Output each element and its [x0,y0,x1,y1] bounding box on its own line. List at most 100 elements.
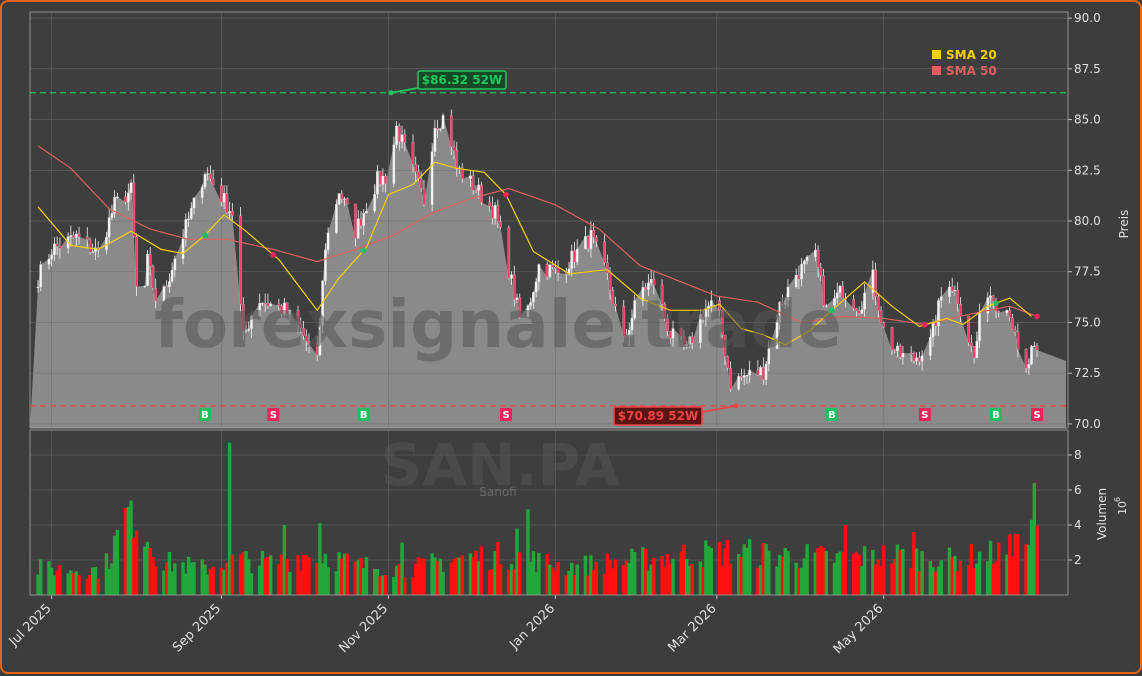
candle-body [135,236,138,287]
volume-bar [268,555,273,595]
candle-body [148,253,152,267]
candle-body [455,150,459,169]
volume-bar [211,566,215,595]
signal-label: S [1033,410,1040,421]
volume-bar [77,575,81,595]
volume-bar [288,571,292,595]
candle-body [989,295,992,298]
volume-bar [307,557,311,595]
candle-body [225,193,229,214]
candle-body [991,295,995,302]
candle-body [975,340,979,359]
volume-bar [556,562,560,595]
candle-body [997,311,1001,313]
candle-body [948,286,951,297]
candle-body [742,375,746,378]
signal-label: B [992,410,1000,421]
candle-body [91,251,95,253]
candle-body [129,182,133,193]
candle-body [1013,329,1017,332]
candle-body [403,134,407,143]
candle-body [652,279,656,286]
candle-body [324,249,327,281]
high-52w-label: $86.32 52W [422,73,502,87]
candle-body [575,248,579,263]
candle-body [918,357,921,362]
candle-body [47,258,51,265]
candle-body [414,164,418,172]
candle-body [545,264,549,278]
candle-body [230,211,234,216]
candle-body [107,217,111,238]
candle-body [365,210,368,214]
volume-bar [920,551,924,595]
volume-bar [613,559,618,595]
candle-body [189,207,193,219]
volume-bar [39,559,43,595]
volume-bar [364,556,369,595]
volume-tick-label: 4 [1074,518,1082,532]
candle-body [803,260,806,265]
candle-body [419,178,423,189]
high-52w-annotation: $86.32 52W [417,70,507,90]
volume-bar [882,545,886,595]
candle-body [860,309,864,314]
candle-body [496,205,500,222]
candle-body [912,353,916,362]
candle-body [477,184,481,191]
candle-body [748,369,752,376]
time-tick-label: May 2026 [831,601,887,657]
price-axis-label: Preis [1117,210,1131,239]
candle-body [173,258,177,271]
candle-body [882,322,886,328]
chart-frame: B S B S B S B S 90.0 87.5 85.0 82.5 80.0 77.5 75.0 72.… [0,0,1142,674]
candle-body [58,245,62,249]
candle-body [36,286,40,289]
sma20-legend-swatch [932,50,941,59]
candle-body [857,310,861,314]
volume-bar [901,548,905,595]
candle-body [433,128,437,152]
volume-bar [134,530,139,595]
candle-body [184,219,188,239]
candle-body [797,274,801,280]
candle-body [69,235,73,237]
volume-bar [747,539,752,595]
candle-body [893,349,897,352]
price-tick-label: 85.0 [1074,113,1101,127]
sell-cross-marker [270,252,277,258]
candle-body [740,376,743,378]
candle-body [805,256,809,262]
candle-body [959,303,962,317]
candle-body [970,342,973,347]
volume-bar [709,548,714,595]
volume-bar [1035,525,1039,595]
candle-body [39,264,43,288]
volume-bar [690,564,694,595]
price-tick-label: 90.0 [1074,11,1101,25]
signal-label: B [360,410,368,421]
signal-label: S [921,410,928,421]
candle-body [400,134,404,142]
brand-watermark: forexsignale.trade [154,286,842,363]
candle-body [855,308,858,311]
candle-body [1032,345,1036,347]
candle-body [819,267,823,276]
candle-body [187,218,190,220]
candle-body [589,230,593,249]
candle-body [953,290,957,292]
candle-body [449,115,453,147]
candle-body [356,218,360,239]
sma50-legend-label: SMA 50 [946,64,997,78]
volume-tick-label: 6 [1074,483,1082,497]
candle-body [395,125,398,145]
low-52w-label: $70.89 52W [618,409,698,423]
company-watermark: Sanofi [479,485,516,499]
volume-bar [958,560,963,595]
candle-body [203,174,207,188]
candle-body [584,236,587,250]
candle-body [816,249,820,268]
candle-body [206,173,210,175]
time-tick-label: Jan 2026 [506,601,558,653]
candle-body [222,193,226,203]
